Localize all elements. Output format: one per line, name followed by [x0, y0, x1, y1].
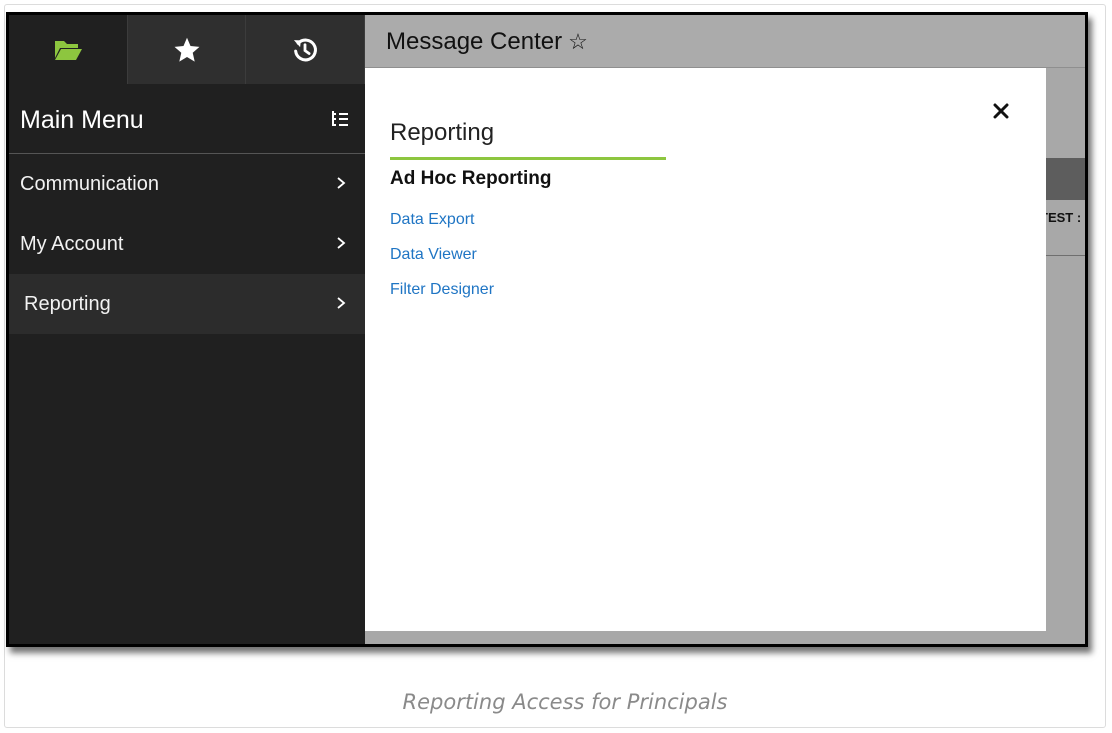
flyout-title: Reporting	[390, 119, 495, 146]
chevron-right-icon	[337, 297, 346, 309]
app-header: Message Center ☆	[365, 15, 1085, 68]
sidebar-item-my-account[interactable]: My Account	[9, 214, 365, 274]
star-icon	[174, 37, 199, 62]
image-caption: Reporting Access for Principals	[402, 690, 728, 714]
link-data-export[interactable]: Data Export	[390, 210, 494, 245]
app-screenshot: Main Menu Communication My Account Repor	[6, 12, 1088, 647]
sidebar-item-communication[interactable]: Communication	[9, 154, 365, 214]
sidebar-item-label: Reporting	[24, 292, 111, 315]
chevron-right-icon	[337, 177, 346, 189]
section-heading-ad-hoc-reporting: Ad Hoc Reporting	[390, 168, 552, 189]
reporting-flyout-panel: Reporting Ad Hoc Reporting Data Export D…	[365, 68, 1046, 631]
main-menu-header: Main Menu	[9, 84, 365, 154]
sidebar-tabbar	[9, 15, 366, 84]
tab-favorites[interactable]	[127, 15, 247, 84]
page-title-text: Message Center	[386, 28, 563, 55]
flyout-title-underline	[390, 157, 666, 160]
folder-open-icon	[54, 40, 82, 60]
tree-list-icon[interactable]	[331, 110, 349, 128]
background-column-label: TEST :	[1040, 210, 1082, 225]
chevron-right-icon	[337, 237, 346, 249]
sidebar-item-reporting[interactable]: Reporting	[9, 274, 365, 334]
main-menu-title: Main Menu	[20, 106, 144, 134]
close-icon	[993, 103, 1009, 119]
history-icon	[294, 38, 318, 61]
sidebar-item-label: Communication	[20, 172, 159, 195]
link-data-viewer[interactable]: Data Viewer	[390, 245, 494, 280]
sidebar-item-label: My Account	[20, 232, 124, 255]
sidebar: Main Menu Communication My Account Repor	[9, 15, 366, 644]
reporting-links: Data Export Data Viewer Filter Designer	[390, 210, 494, 315]
tab-history[interactable]	[246, 15, 366, 84]
tab-main-menu[interactable]	[9, 15, 128, 84]
close-button[interactable]	[989, 99, 1013, 123]
page-title: Message Center ☆	[386, 28, 588, 56]
background-table-header-bar	[1045, 158, 1085, 200]
background-divider	[1045, 255, 1085, 256]
link-filter-designer[interactable]: Filter Designer	[390, 280, 494, 315]
main-menu-list: Communication My Account Reporting	[9, 154, 365, 334]
favorite-star-icon[interactable]: ☆	[568, 29, 588, 54]
